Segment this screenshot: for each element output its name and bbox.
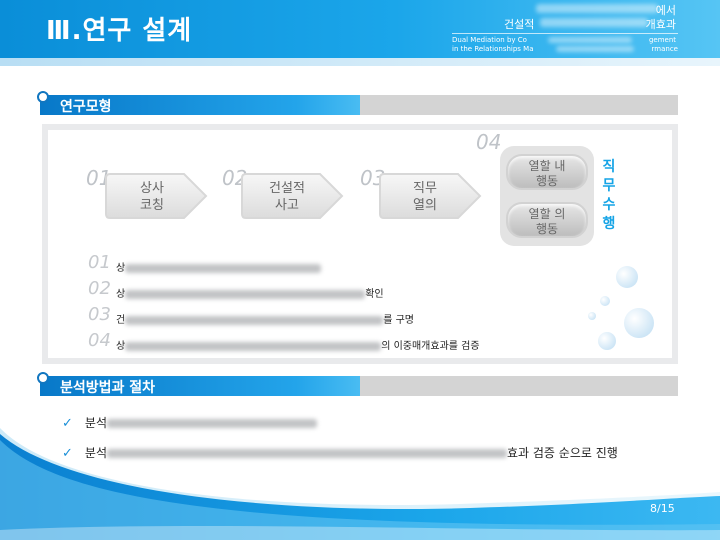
header-en-blur-2 <box>556 46 634 52</box>
hypothesis-text-4: 상 의 이중매개효과를 검증 <box>116 337 480 352</box>
page-number: 8/15 <box>650 502 675 515</box>
hypothesis-text-1: 상 <box>116 259 322 274</box>
step-label-1: 상사 코칭 <box>120 180 184 214</box>
slide-title: Ⅲ.연구 설계 <box>46 16 193 46</box>
job-performance-vertical-label: 직 무 수 행 <box>600 158 618 234</box>
hypothesis-2-start: 상 <box>116 289 126 300</box>
hypothesis-3-blur <box>125 315 384 325</box>
header-subtitle-line2-start: 건설적 <box>504 18 535 31</box>
decor-bubble-5 <box>588 312 596 320</box>
hypothesis-item-1: 01 상 <box>88 252 558 278</box>
hypothesis-1-start: 상 <box>116 263 126 274</box>
section-bar-method: 분석방법과 절차 <box>40 376 678 396</box>
header-subtitle-blur-1 <box>536 4 658 13</box>
vertical-char-1: 직 <box>602 159 616 175</box>
pill-extra-role-line1: 열할 의 <box>528 207 566 221</box>
header-subtitle-line2-end: 개효과 <box>645 18 676 31</box>
step-label-2: 건설적 사고 <box>254 180 320 214</box>
slide-header: Ⅲ.연구 설계 에서 건설적 개효과 Dual Mediation by Co … <box>0 0 720 58</box>
section-bar-model: 연구모형 <box>40 95 678 115</box>
step-label-1-line2: 코칭 <box>140 198 164 213</box>
hypothesis-1-blur <box>125 263 322 273</box>
hypothesis-number-1: 01 <box>88 252 111 273</box>
hypothesis-2-end: 확인 <box>365 289 384 300</box>
hypothesis-item-3: 03 건 를 구명 <box>88 304 558 330</box>
header-en-line2-start: in the Relationships Ma <box>452 45 534 53</box>
pill-in-role-line1: 열할 내 <box>528 159 566 173</box>
hypothesis-2-blur <box>125 289 366 299</box>
vertical-char-2: 무 <box>602 178 616 194</box>
hypothesis-item-2: 02 상 확인 <box>88 278 558 304</box>
hypothesis-text-2: 상 확인 <box>116 285 384 300</box>
decor-bubble-4 <box>598 332 616 350</box>
section-dot-method <box>37 372 49 384</box>
step-label-2-line2: 사고 <box>275 198 299 213</box>
header-underline <box>0 58 720 66</box>
decor-bubble-3 <box>624 308 654 338</box>
header-subtitle-blur-2 <box>540 18 648 27</box>
pill-in-role-line2: 행동 <box>535 174 559 188</box>
section-title-model: 연구모형 <box>60 99 112 115</box>
header-en-line1-start: Dual Mediation by Co <box>452 36 527 44</box>
step-label-3-line1: 직무 <box>413 181 437 196</box>
step-label-1-line1: 상사 <box>140 181 164 196</box>
hypothesis-text-3: 건 를 구명 <box>116 311 414 326</box>
pill-extra-role: 열할 의 행동 <box>506 202 588 238</box>
hypothesis-4-blur <box>125 341 382 351</box>
pill-extra-role-line2: 행동 <box>535 222 559 236</box>
vertical-char-4: 행 <box>602 216 616 232</box>
hypothesis-4-end: 의 이중매개효과를 검증 <box>381 341 480 352</box>
hypothesis-3-end: 를 구명 <box>383 315 414 326</box>
step-label-2-line1: 건설적 <box>269 181 305 196</box>
decor-bubble-1 <box>616 266 638 288</box>
decor-bubble-2 <box>600 296 610 306</box>
hypothesis-number-2: 02 <box>88 278 111 299</box>
section-title-method: 분석방법과 절차 <box>60 380 156 396</box>
section-dot-model <box>37 91 49 103</box>
header-en-line1-end: gement <box>648 36 676 44</box>
step-label-3: 직무 열의 <box>392 180 458 214</box>
header-en-blur-1 <box>548 37 632 43</box>
pill-in-role: 열할 내 행동 <box>506 154 588 190</box>
footer-wave <box>0 428 720 540</box>
vertical-char-3: 수 <box>602 197 616 213</box>
step-number-4: 04 <box>476 130 502 154</box>
hypothesis-3-start: 건 <box>116 315 126 326</box>
hypothesis-item-4: 04 상 의 이중매개효과를 검증 <box>88 330 558 356</box>
header-en-line2-end: rmance <box>651 45 678 53</box>
step-label-3-line2: 열의 <box>413 198 437 213</box>
header-divider <box>452 33 678 34</box>
hypothesis-4-start: 상 <box>116 341 126 352</box>
hypothesis-number-4: 04 <box>88 330 111 351</box>
hypothesis-number-3: 03 <box>88 304 111 325</box>
